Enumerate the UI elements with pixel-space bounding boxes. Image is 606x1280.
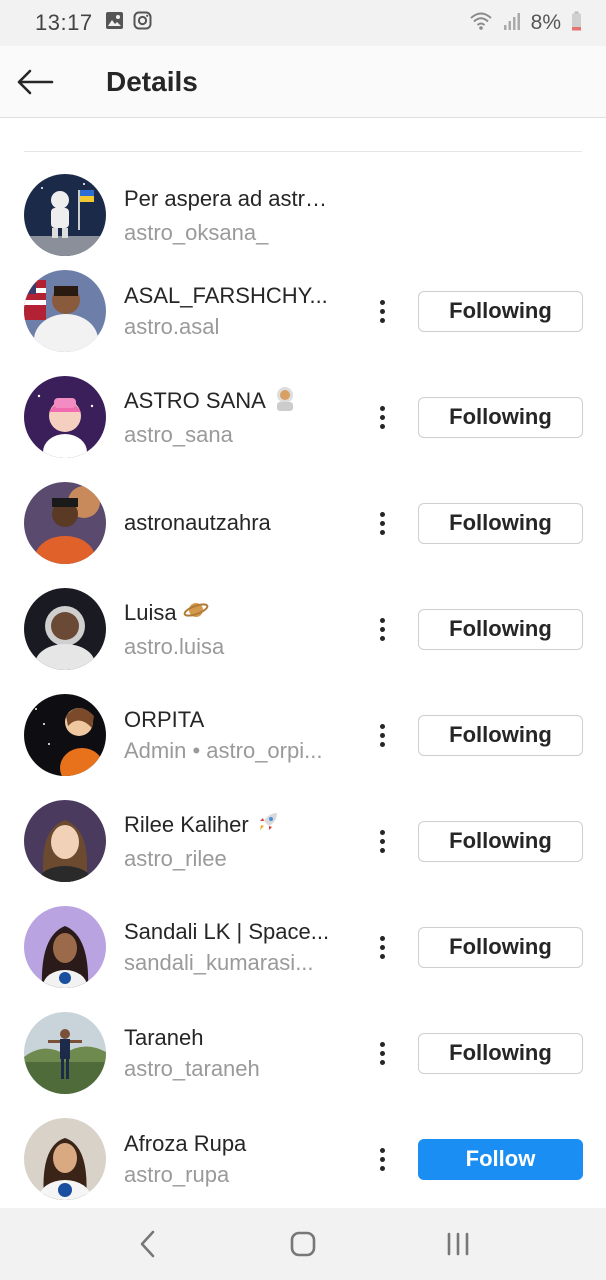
avatar[interactable] [24, 694, 106, 776]
instagram-notification-icon [133, 11, 152, 35]
member-username: sandali_kumarasi... [124, 949, 314, 975]
battery-icon [571, 11, 582, 36]
member-username: astro_rilee [124, 845, 227, 871]
avatar[interactable] [24, 906, 106, 988]
back-button[interactable] [0, 46, 70, 118]
member-name: ASTRO SANA [124, 387, 266, 413]
following-button[interactable]: Following [418, 396, 583, 438]
member-name: Rilee Kaliher [124, 811, 249, 837]
member-row[interactable]: ASAL_FARSHCHY... astro.asal Following [0, 258, 606, 364]
member-name: Sandali LK | Space... [124, 918, 330, 944]
wifi-icon [469, 11, 493, 36]
home-icon [290, 1231, 316, 1257]
member-row[interactable]: Afroza Rupa astro_rupa Follow [0, 1106, 606, 1208]
more-options-icon[interactable] [366, 1033, 398, 1073]
astronaut-icon [272, 385, 298, 419]
following-button[interactable]: Following [418, 608, 583, 650]
more-options-icon[interactable] [366, 397, 398, 437]
nav-back-button[interactable] [118, 1214, 178, 1274]
avatar[interactable] [24, 376, 106, 458]
member-username: astro_taraneh [124, 1055, 260, 1081]
member-row[interactable]: Per aspera ad astra astro_oksana_ [0, 162, 606, 268]
following-button[interactable]: Following [418, 714, 583, 756]
member-name: ORPITA [124, 706, 205, 732]
member-username: astro_oksana_ [124, 219, 269, 245]
avatar[interactable] [24, 800, 106, 882]
rocket-icon [255, 809, 281, 843]
app-header: Details [0, 46, 606, 118]
nav-home-button[interactable] [273, 1214, 333, 1274]
more-options-icon[interactable] [366, 927, 398, 967]
more-options-icon[interactable] [366, 1139, 398, 1179]
member-name: astronautzahra [124, 510, 271, 535]
following-button[interactable]: Following [418, 820, 583, 862]
following-button[interactable]: Following [418, 1032, 583, 1074]
following-button[interactable]: Following [418, 502, 583, 544]
following-button[interactable]: Following [418, 290, 583, 332]
member-row[interactable]: astronautzahra Following [0, 470, 606, 576]
list-divider [24, 151, 582, 152]
recents-icon [448, 1232, 469, 1256]
member-row[interactable]: Sandali LK | Space... sandali_kumarasi..… [0, 894, 606, 1000]
more-options-icon[interactable] [366, 609, 398, 649]
ringed-planet-icon [183, 597, 209, 631]
members-list: Per aspera ad astra astro_oksana_ ASAL_F… [0, 118, 606, 1208]
member-row[interactable]: Taraneh astro_taraneh Following [0, 1000, 606, 1106]
back-arrow-icon [17, 69, 54, 94]
member-name: ASAL_FARSHCHY... [124, 282, 328, 308]
avatar[interactable] [24, 1118, 106, 1200]
member-username: astro.asal [124, 313, 220, 339]
avatar[interactable] [24, 588, 106, 670]
member-username: astro.luisa [124, 633, 225, 659]
status-time: 13:17 [35, 10, 93, 35]
avatar[interactable] [24, 174, 106, 256]
member-name: Luisa [124, 599, 177, 625]
member-username: astro_rupa [124, 1161, 230, 1187]
battery-percentage: 8% [530, 11, 561, 34]
system-navigation-bar [0, 1208, 606, 1280]
member-row[interactable]: Rilee Kaliher astro_rilee Following [0, 788, 606, 894]
member-name: Per aspera ad astra [124, 185, 318, 211]
avatar[interactable] [24, 1012, 106, 1094]
member-name: Afroza Rupa [124, 1130, 247, 1156]
member-username: Admin • astro_orpi... [124, 737, 323, 763]
member-name: Taraneh [124, 1024, 204, 1050]
member-row[interactable]: ORPITA Admin • astro_orpi... Following [0, 682, 606, 788]
signal-icon [503, 11, 521, 36]
chevron-left-icon [140, 1230, 154, 1258]
more-options-icon[interactable] [366, 715, 398, 755]
avatar[interactable] [24, 270, 106, 352]
member-row[interactable]: ASTRO SANA astro_sana Following [0, 364, 606, 470]
avatar[interactable] [24, 482, 106, 564]
nav-recents-button[interactable] [428, 1214, 488, 1274]
more-options-icon[interactable] [366, 291, 398, 331]
member-username: astro_sana [124, 421, 233, 447]
page-title: Details [106, 65, 198, 97]
more-options-icon[interactable] [366, 503, 398, 543]
status-bar: 13:17 8% [0, 0, 606, 46]
member-row[interactable]: Luisa astro.luisa Following [0, 576, 606, 682]
gallery-notification-icon [105, 11, 124, 35]
more-options-icon[interactable] [366, 821, 398, 861]
following-button[interactable]: Following [418, 926, 583, 968]
follow-button[interactable]: Follow [418, 1138, 583, 1180]
